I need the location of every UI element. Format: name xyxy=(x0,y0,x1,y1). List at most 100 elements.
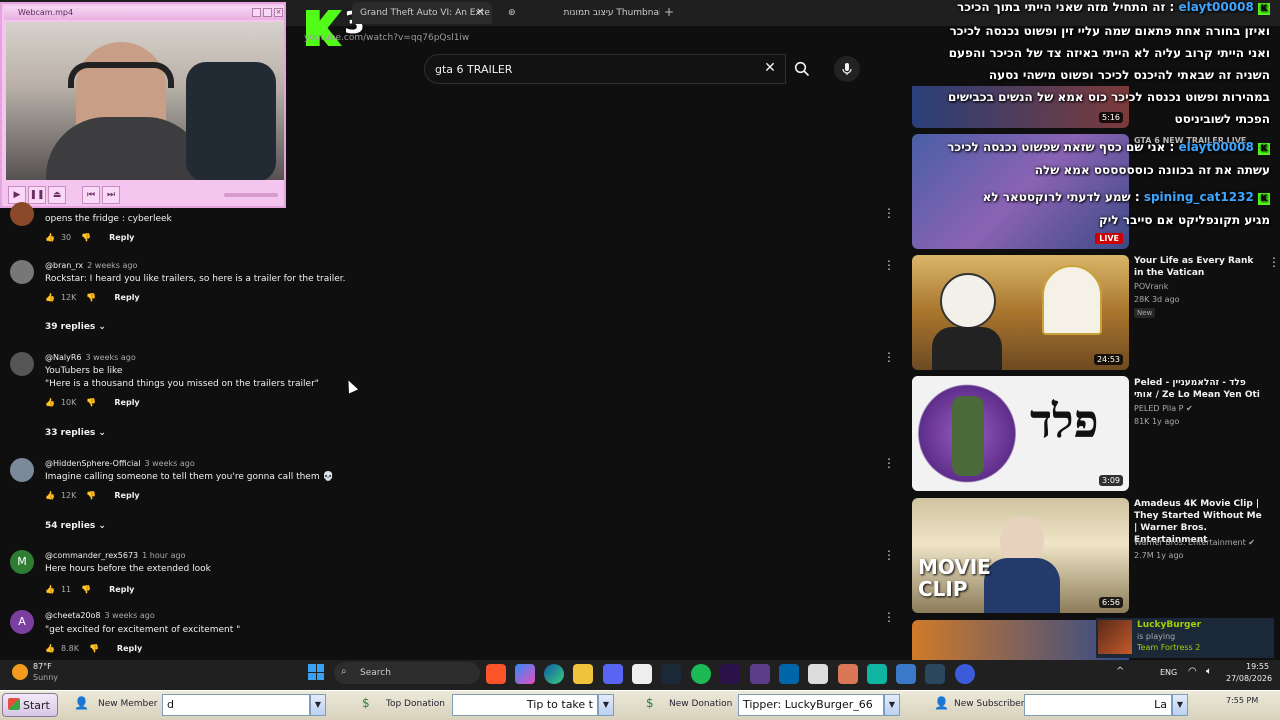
new-donation-field[interactable]: Tipper: LuckyBurger_66 xyxy=(738,694,884,716)
avatar[interactable] xyxy=(10,260,34,284)
reply-button[interactable]: Reply xyxy=(114,398,139,407)
video-title[interactable]: Your Life as Every Rank in the Vatican xyxy=(1134,255,1264,279)
verified-icon: ✔ xyxy=(1186,404,1193,413)
file-explorer-icon[interactable] xyxy=(573,664,593,684)
like-icon[interactable]: 👍 xyxy=(45,585,55,594)
clock-date[interactable]: 27/08/2026 xyxy=(1226,674,1272,683)
comment-author[interactable]: @commander_rex5673 1 hour ago xyxy=(45,551,186,560)
like-icon[interactable]: 👍 xyxy=(45,398,55,407)
reply-button[interactable]: Reply xyxy=(109,585,134,594)
app-icon[interactable] xyxy=(955,664,975,684)
wifi-icon[interactable]: ◠ xyxy=(1188,666,1197,677)
like-icon[interactable]: 👍 xyxy=(45,644,55,653)
replies-toggle[interactable]: 39 replies ⌄ xyxy=(45,322,106,332)
new-member-dropdown[interactable]: ▼ xyxy=(310,694,326,716)
window-maximize-icon[interactable] xyxy=(263,8,272,17)
new-member-field[interactable]: d xyxy=(162,694,310,716)
notepad-icon[interactable] xyxy=(808,664,828,684)
eject-icon[interactable]: ⏏ xyxy=(48,186,66,204)
comment-menu-icon[interactable]: ⋮ xyxy=(883,258,895,272)
reply-button[interactable]: Reply xyxy=(109,233,134,242)
brave-browser-icon[interactable] xyxy=(486,664,506,684)
comment-author[interactable]: @bran_rx 2 weeks ago xyxy=(45,261,137,270)
dislike-icon[interactable]: 👎 xyxy=(86,293,96,302)
new-subscriber-dropdown[interactable]: ▼ xyxy=(1172,694,1188,716)
dislike-icon[interactable]: 👎 xyxy=(86,398,96,407)
vscode-icon[interactable] xyxy=(779,664,799,684)
store-icon[interactable] xyxy=(632,664,652,684)
tab-thumbnail[interactable]: ⊛ עיצוב תמונות Thumbnail xyxy=(500,2,660,24)
volume-icon[interactable]: 🔈︎ xyxy=(1206,666,1212,677)
dislike-icon[interactable]: 👎 xyxy=(81,585,91,594)
avatar[interactable] xyxy=(10,458,34,482)
channel-name[interactable]: Warner Bros. Entertainment ✔ xyxy=(1134,538,1255,547)
discord-icon[interactable] xyxy=(603,664,623,684)
lang-indicator[interactable]: ENG xyxy=(1160,668,1177,677)
channel-name[interactable]: POVrank xyxy=(1134,282,1168,291)
avatar[interactable]: M xyxy=(10,550,34,574)
dislike-icon[interactable]: 👎 xyxy=(86,491,96,500)
address-bar[interactable]: youtube.com/watch?v=qq76pQsl1iw xyxy=(280,28,920,48)
search-input[interactable]: gta 6 TRAILER xyxy=(424,54,786,84)
voice-search-button[interactable] xyxy=(834,56,860,82)
top-donation-dropdown[interactable]: ▼ xyxy=(598,694,614,716)
window-close-icon[interactable]: × xyxy=(274,8,283,17)
comment-author[interactable]: @cheeta20o8 3 weeks ago xyxy=(45,611,155,620)
tray-overflow-icon[interactable]: ^ xyxy=(1116,666,1124,677)
comment-menu-icon[interactable]: ⋮ xyxy=(883,548,895,562)
video-menu-icon[interactable]: ⋮ xyxy=(1268,255,1280,269)
webcam-window[interactable]: Webcam.mp4 × ▶ ❚❚ ⏏ ⏮ ⏭ xyxy=(0,2,286,208)
like-icon[interactable]: 👍 xyxy=(45,491,55,500)
windows-start-icon[interactable] xyxy=(308,664,324,680)
new-subscriber-field[interactable]: La xyxy=(1024,694,1172,716)
comment-author[interactable]: @HiddenSphere-Official 3 weeks ago xyxy=(45,459,195,468)
spotify-icon[interactable] xyxy=(691,664,711,684)
video-thumbnail[interactable]: פלד 3:09 xyxy=(912,376,1129,491)
channel-name[interactable]: PELED Pila P ✔ xyxy=(1134,404,1193,413)
dislike-icon[interactable]: 👎 xyxy=(81,233,91,242)
avatar[interactable] xyxy=(10,202,34,226)
video-thumbnail[interactable]: 24:53 xyxy=(912,255,1129,370)
search-button[interactable] xyxy=(786,54,818,84)
tab-gta-trailer[interactable]: Grand Theft Auto VI: An Exte xyxy=(352,2,492,24)
video-thumbnail[interactable]: MOVIE CLIP 6:56 xyxy=(912,498,1129,613)
app-icon[interactable] xyxy=(896,664,916,684)
copilot-icon[interactable] xyxy=(515,664,535,684)
replies-toggle[interactable]: 54 replies ⌄ xyxy=(45,521,106,531)
comment-menu-icon[interactable]: ⋮ xyxy=(883,456,895,470)
clear-search-icon[interactable]: ✕ xyxy=(762,60,778,76)
top-donation-field[interactable]: Tip to take t xyxy=(452,694,598,716)
steam-notification[interactable]: LuckyBurger is playing Team Fortress 2 xyxy=(1096,618,1274,658)
claude-icon[interactable] xyxy=(838,664,858,684)
comment-menu-icon[interactable]: ⋮ xyxy=(883,610,895,624)
reply-button[interactable]: Reply xyxy=(114,491,139,500)
seek-slider[interactable] xyxy=(224,193,278,197)
app-icon[interactable] xyxy=(750,664,770,684)
app-icon[interactable] xyxy=(867,664,887,684)
comment-menu-icon[interactable]: ⋮ xyxy=(883,206,895,220)
premiere-icon[interactable] xyxy=(720,664,740,684)
new-donation-dropdown[interactable]: ▼ xyxy=(884,694,900,716)
pause-icon[interactable]: ❚❚ xyxy=(28,186,46,204)
avatar[interactable]: A xyxy=(10,610,34,634)
tab-close-icon[interactable]: ✕ xyxy=(476,7,484,18)
clock-time[interactable]: 19:55 xyxy=(1246,662,1269,671)
like-icon[interactable]: 👍 xyxy=(45,293,55,302)
video-title[interactable]: Peled - פלד - זהלאמעניין אותי / Ze Lo Me… xyxy=(1134,377,1264,401)
reply-button[interactable]: Reply xyxy=(114,293,139,302)
window-minimize-icon[interactable] xyxy=(252,8,261,17)
comment-author[interactable]: @NalyR6 3 weeks ago xyxy=(45,353,136,362)
comment-menu-icon[interactable]: ⋮ xyxy=(883,350,895,364)
steam-icon[interactable] xyxy=(661,664,681,684)
dislike-icon[interactable]: 👎 xyxy=(89,644,99,653)
edge-icon[interactable] xyxy=(544,664,564,684)
next-icon[interactable]: ⏭ xyxy=(102,186,120,204)
steam-icon[interactable] xyxy=(925,664,945,684)
replies-toggle[interactable]: 33 replies ⌄ xyxy=(45,428,106,438)
previous-icon[interactable]: ⏮ xyxy=(82,186,100,204)
taskbar-search[interactable]: Search xyxy=(334,662,480,684)
like-icon[interactable]: 👍 xyxy=(45,233,55,242)
reply-button[interactable]: Reply xyxy=(117,644,142,653)
new-tab-icon[interactable]: + xyxy=(664,5,674,19)
avatar[interactable] xyxy=(10,352,34,376)
